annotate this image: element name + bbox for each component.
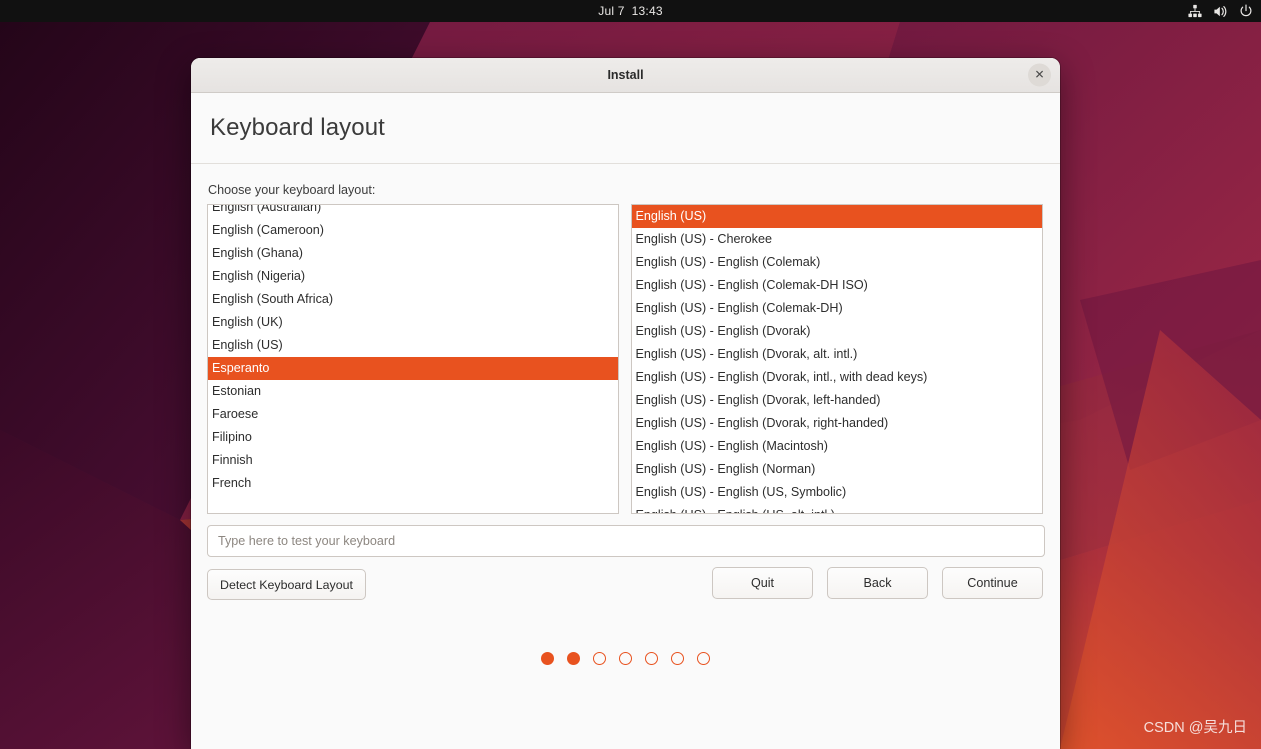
back-button[interactable]: Back [827,567,928,599]
language-list-item[interactable]: English (Ghana) [208,242,618,265]
keyboard-test-input[interactable] [207,525,1045,557]
variant-list-item[interactable]: English (US) - English (Dvorak, alt. int… [632,343,1043,366]
variant-list-item[interactable]: English (US) - English (US, alt. intl.) [632,504,1043,513]
watermark: CSDN @吴九日 [1143,720,1247,736]
variant-list-item[interactable]: English (US) - English (Dvorak, right-ha… [632,412,1043,435]
progress-dot[interactable] [671,652,684,665]
progress-dot[interactable] [619,652,632,665]
quit-button[interactable]: Quit [712,567,813,599]
language-list-item[interactable]: English (Nigeria) [208,265,618,288]
language-list-item[interactable]: English (Cameroon) [208,219,618,242]
detect-keyboard-layout-button[interactable]: Detect Keyboard Layout [207,569,366,600]
system-tray [1188,0,1253,22]
page-header: Keyboard layout [191,93,1060,164]
progress-dot[interactable] [593,652,606,665]
close-icon[interactable]: ✕ [1028,63,1051,87]
language-list-item[interactable]: Estonian [208,380,618,403]
language-list-item[interactable]: French [208,472,618,495]
language-list-item[interactable]: English (US) [208,334,618,357]
keyboard-language-list-scroll: English (Australian) English (Cameroon) En… [208,205,618,513]
language-list-item[interactable]: Esperanto [208,357,618,380]
desktop: Jul 7 13:43 Install ✕ Keyboard layout Ch… [0,0,1261,749]
variant-list-item[interactable]: English (US) - English (Colemak-DH ISO) [632,274,1043,297]
progress-dots [191,652,1060,665]
choose-layout-label: Choose your keyboard layout: [208,183,376,197]
progress-dot[interactable] [645,652,658,665]
variant-list-item[interactable]: English (US) [631,205,1042,228]
variant-list-item[interactable]: English (US) - English (Dvorak, intl., w… [632,366,1043,389]
progress-dot[interactable] [697,652,710,665]
variant-list-item[interactable]: English (US) - English (US, Symbolic) [632,481,1043,504]
clock[interactable]: Jul 7 13:43 [598,4,662,18]
window-title: Install [607,68,644,82]
variant-list-item[interactable]: English (US) - English (Dvorak) [632,320,1043,343]
volume-icon[interactable] [1213,4,1228,19]
page-body: Choose your keyboard layout: English (Au… [191,164,1060,749]
variant-list-item[interactable]: English (US) - English (Colemak-DH) [632,297,1043,320]
window-titlebar: Install ✕ [191,58,1060,93]
language-list-item[interactable]: Filipino [208,426,618,449]
variant-list-item[interactable]: English (US) - Cherokee [632,228,1043,251]
continue-button[interactable]: Continue [942,567,1043,599]
language-list-item[interactable]: English (Australian) [208,205,618,219]
language-list-item[interactable]: English (UK) [208,311,618,334]
install-window: Install ✕ Keyboard layout Choose your ke… [191,58,1060,749]
keyboard-variant-list[interactable]: English (US) English (US) - Cherokee Engli… [630,204,1043,514]
network-icon[interactable] [1188,4,1202,18]
layout-lists: English (Australian) English (Cameroon) En… [207,204,1043,514]
variant-list-item[interactable]: English (US) - English (Dvorak, left-han… [632,389,1043,412]
progress-dot[interactable] [541,652,554,665]
top-bar: Jul 7 13:43 [0,0,1261,22]
language-list-item[interactable]: Faroese [208,403,618,426]
navigation-buttons: Quit Back Continue [712,567,1043,599]
language-list-item[interactable]: Finnish [208,449,618,472]
language-list-item[interactable]: English (South Africa) [208,288,618,311]
keyboard-variant-list-scroll: English (US) English (US) - Cherokee Engli… [631,205,1043,513]
variant-list-item[interactable]: English (US) - English (Macintosh) [632,435,1043,458]
page-title: Keyboard layout [210,114,385,141]
keyboard-language-list[interactable]: English (Australian) English (Cameroon) En… [207,204,619,514]
variant-list-item[interactable]: English (US) - English (Colemak) [632,251,1043,274]
variant-list-item[interactable]: English (US) - English (Norman) [632,458,1043,481]
power-icon[interactable] [1239,4,1253,18]
progress-dot[interactable] [567,652,580,665]
